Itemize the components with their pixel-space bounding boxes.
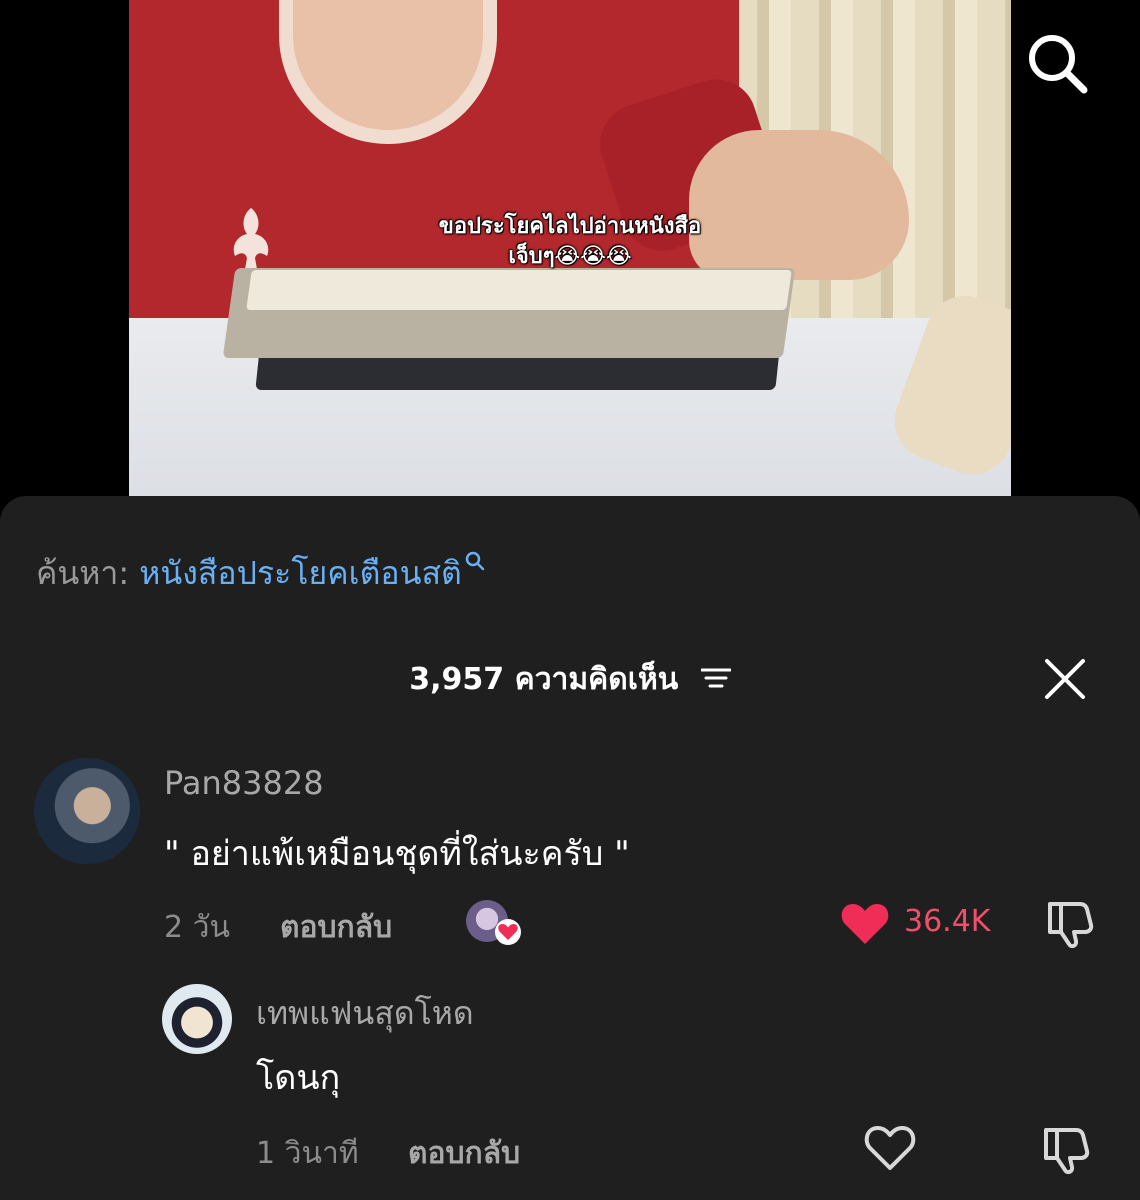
- search-small-icon: [464, 542, 486, 580]
- avatar[interactable]: [34, 758, 140, 864]
- comments-count: 3,957: [409, 662, 505, 697]
- heart-outline-icon: [864, 1126, 916, 1170]
- search-button[interactable]: [1024, 30, 1090, 96]
- video-book-pages: [246, 270, 792, 310]
- search-icon: [1029, 35, 1088, 94]
- reply-button[interactable]: ตอบกลับ: [280, 904, 392, 951]
- comment-text: " อย่าแพ้เหมือนชุดที่ใส่นะครับ ": [164, 834, 630, 874]
- video-player[interactable]: ขอประโยคไลไปอ่านหนังสือ เจ็บๆ😭😭😭: [0, 0, 1140, 510]
- comment-reply-item: เทพแฟนสุดโหด โดนกุ 1 วินาที ตอบกลับ: [0, 984, 1140, 1184]
- reply-button[interactable]: ตอบกลับ: [408, 1130, 520, 1177]
- dislike-button[interactable]: [1044, 898, 1096, 954]
- video-caption: ขอประโยคไลไปอ่านหนังสือ เจ็บๆ😭😭😭: [129, 212, 1011, 272]
- comment-text: โดนกุ: [256, 1058, 341, 1098]
- close-icon: [1045, 659, 1085, 699]
- sort-button[interactable]: [700, 663, 732, 698]
- search-suggestion[interactable]: ค้นหา: หนังสือประโยคเตือนสติ: [36, 548, 486, 599]
- like-count: 36.4K: [904, 904, 991, 939]
- comment-username[interactable]: เทพแฟนสุดโหด: [256, 988, 474, 1039]
- video-caption-line-2: เจ็บๆ😭😭😭: [508, 244, 632, 269]
- comments-sheet: ค้นหา: หนังสือประโยคเตือนสติ 3,957 ความค…: [0, 496, 1140, 1200]
- close-button[interactable]: [1042, 656, 1088, 702]
- comments-header: 3,957 ความคิดเห็น: [0, 656, 1140, 700]
- search-suggestion-query[interactable]: หนังสือประโยคเตือนสติ: [139, 554, 462, 592]
- like-button[interactable]: [864, 1124, 916, 1176]
- comment-item: Pan83828 " อย่าแพ้เหมือนชุดที่ใส่นะครับ …: [0, 758, 1140, 958]
- heart-filled-icon: [841, 904, 889, 944]
- video-caption-line-1: ขอประโยคไลไปอ่านหนังสือ: [438, 214, 702, 239]
- comment-time: 1 วินาที: [256, 1136, 359, 1171]
- avatar[interactable]: [162, 984, 232, 1054]
- like-button[interactable]: [840, 900, 890, 950]
- dislike-button[interactable]: [1040, 1124, 1092, 1180]
- dislike-icon: [1048, 902, 1094, 949]
- sort-icon: [700, 668, 732, 688]
- video-frame[interactable]: ขอประโยคไลไปอ่านหนังสือ เจ็บๆ😭😭😭: [129, 0, 1011, 496]
- comment-time: 2 วัน: [164, 910, 230, 945]
- search-suggestion-label: ค้นหา:: [36, 554, 130, 592]
- comment-username[interactable]: Pan83828: [164, 764, 324, 802]
- dislike-icon: [1044, 1128, 1090, 1175]
- comments-label: ความคิดเห็น: [514, 662, 679, 697]
- creator-liked-heart-icon: [495, 919, 521, 945]
